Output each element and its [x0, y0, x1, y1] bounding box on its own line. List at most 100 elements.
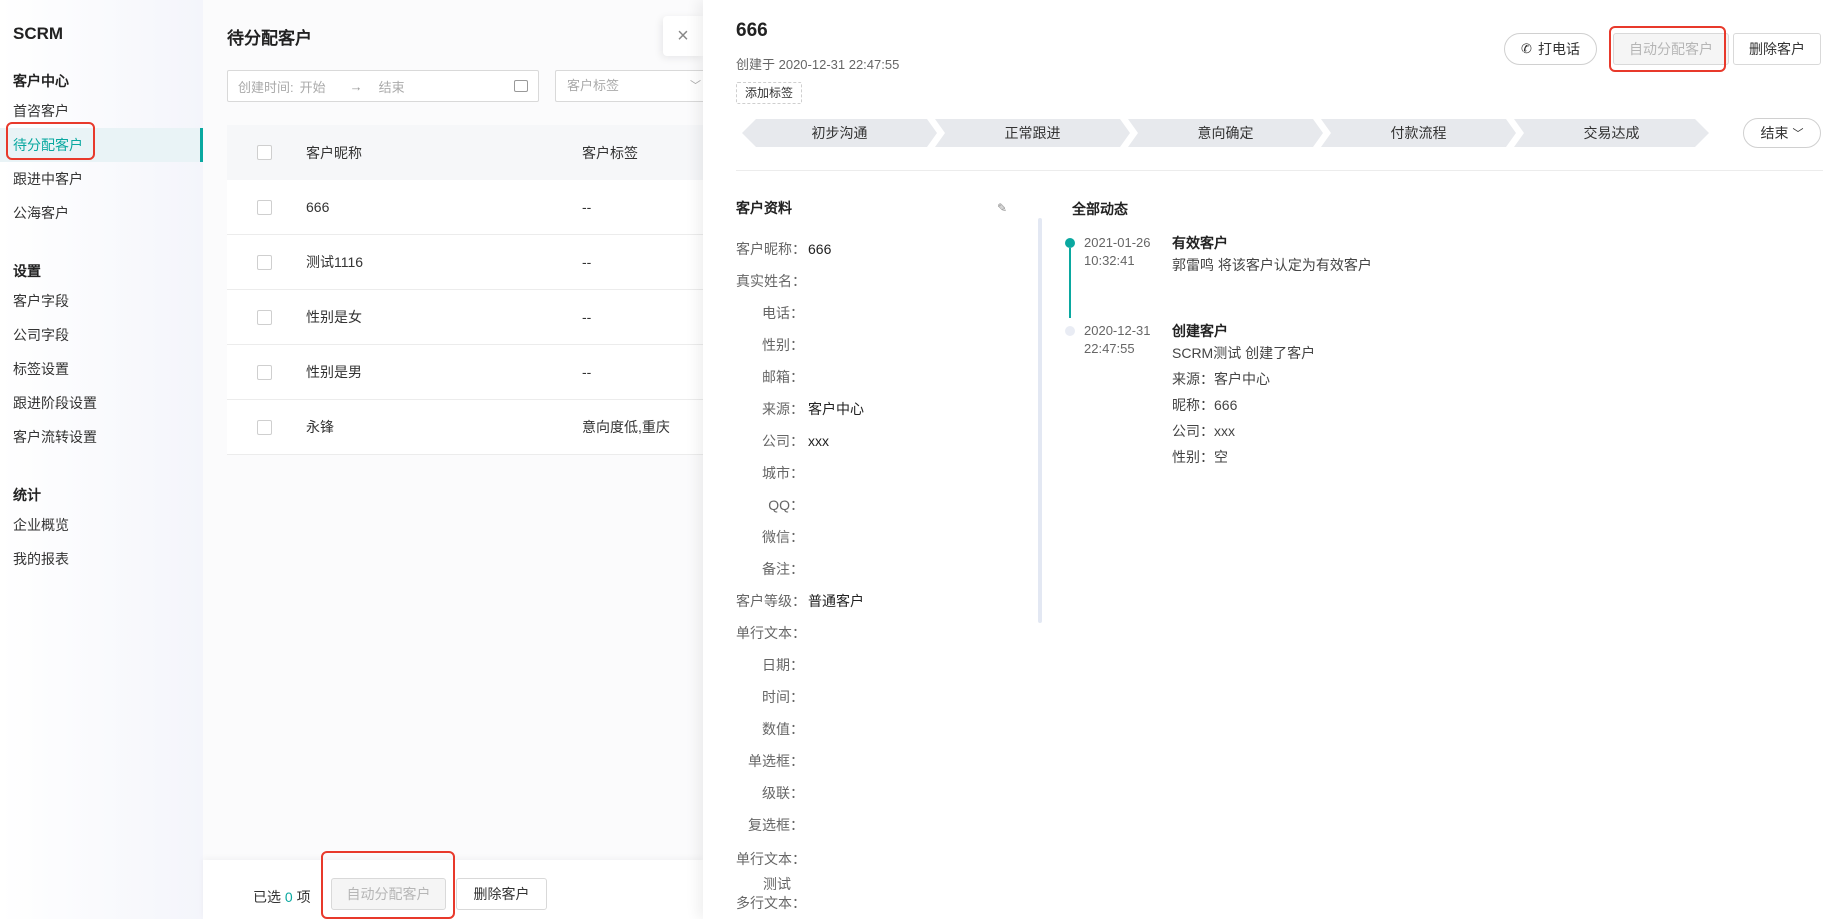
row-checkbox[interactable] — [257, 419, 272, 435]
chevron-down-icon: ﹀ — [1792, 128, 1804, 140]
stage-step[interactable]: 交易达成 — [1514, 119, 1709, 147]
table-row[interactable]: 性别是男 -- — [227, 345, 703, 400]
sidebar-item-my-reports[interactable]: 我的报表 — [0, 542, 203, 576]
nav-group-title: 统计 — [13, 487, 41, 503]
customer-list-panel: 待分配客户 × 创建时间: 开始 → 结束 客户标签 ﹀ 客户昵称 客户标签 6… — [203, 0, 703, 919]
cell-name: 永锋 — [306, 419, 334, 435]
row-checkbox[interactable] — [257, 199, 272, 215]
sidebar-item-flow-settings[interactable]: 客户流转设置 — [0, 420, 203, 454]
call-button[interactable]: ✆ 打电话 — [1504, 33, 1597, 65]
date-label: 创建时间: — [238, 79, 294, 95]
field-row: 级联： — [762, 785, 804, 801]
customer-detail-drawer: 666 创建于 2020-12-31 22:47:55 添加标签 ✆ 打电话 自… — [703, 0, 1840, 919]
field-row: 数值： — [762, 721, 804, 737]
page-title: 待分配客户 — [227, 29, 312, 48]
timeline-time: 2021-01-26 10:32:41 — [1084, 235, 1151, 268]
customer-tag-select[interactable]: 客户标签 ﹀ — [555, 70, 703, 102]
row-checkbox[interactable] — [257, 254, 272, 270]
row-checkbox[interactable] — [257, 364, 272, 380]
phone-icon: ✆ — [1521, 41, 1532, 56]
tag-select-placeholder: 客户标签 — [567, 78, 620, 93]
field-row: 公司： xxx — [762, 433, 829, 449]
customer-table: 客户昵称 客户标签 666 -- 测试1116 -- 性别是女 -- 性别是男 … — [227, 125, 703, 455]
table-header: 客户昵称 客户标签 — [227, 125, 703, 180]
field-row: 备注： — [762, 561, 804, 577]
section-scrollbar[interactable] — [1038, 218, 1042, 623]
field-row: 微信： — [762, 529, 804, 545]
date-end-input[interactable]: 结束 — [379, 77, 405, 96]
cell-name: 性别是女 — [306, 309, 362, 325]
cell-name: 测试1116 — [306, 254, 364, 270]
chevron-down-icon: ﹀ — [690, 80, 701, 92]
row-checkbox[interactable] — [257, 309, 272, 325]
sidebar-item-company-fields[interactable]: 公司字段 — [0, 318, 203, 352]
end-stage-dropdown[interactable]: 结束 ﹀ — [1743, 118, 1821, 148]
selected-count: 已选 0 项 — [253, 889, 311, 905]
cell-tag: -- — [582, 199, 592, 215]
sidebar-item-pending-assign[interactable]: 待分配客户 — [0, 128, 203, 162]
auto-assign-button[interactable]: 自动分配客户 — [331, 878, 446, 910]
sidebar: SCRM 客户中心 首咨客户 待分配客户 跟进中客户 公海客户 设置 客户字段 … — [0, 0, 203, 919]
delete-customer-button[interactable]: 删除客户 — [456, 878, 547, 910]
stage-step[interactable]: 意向确定 — [1128, 119, 1323, 147]
table-row[interactable]: 测试1116 -- — [227, 235, 703, 290]
date-range-picker[interactable]: 创建时间: 开始 → 结束 — [227, 70, 539, 102]
date-start-input[interactable]: 开始 — [300, 77, 326, 96]
nav-group-customer-center: 客户中心 首咨客户 待分配客户 跟进中客户 公海客户 — [0, 70, 203, 230]
field-row: QQ： — [768, 497, 804, 513]
nav-group-title: 设置 — [13, 263, 41, 279]
cell-name: 性别是男 — [306, 364, 362, 380]
timeline-dot — [1065, 326, 1075, 336]
select-all-checkbox[interactable] — [257, 145, 272, 160]
add-tag-button[interactable]: 添加标签 — [736, 82, 803, 104]
cell-tag: -- — [582, 309, 592, 325]
sidebar-item-tag-settings[interactable]: 标签设置 — [0, 352, 203, 386]
nav-group-settings: 设置 客户字段 公司字段 标签设置 跟进阶段设置 客户流转设置 — [0, 260, 203, 454]
field-row: 单行文本： — [736, 625, 806, 641]
field-row: 电话： — [762, 305, 804, 321]
profile-fields: 客户昵称： 666 真实姓名： 电话： 性别： 邮箱： 来源： 客户中心 公司： xx… — [736, 233, 976, 919]
field-row: 来源： 客户中心 — [762, 401, 864, 417]
timeline-time: 2020-12-31 22:47:55 — [1084, 323, 1151, 356]
column-header-name: 客户昵称 — [306, 144, 362, 161]
delete-customer-button[interactable]: 删除客户 — [1733, 33, 1821, 65]
field-row: 时间： — [762, 689, 804, 705]
field-row: 邮箱： — [762, 369, 804, 385]
sidebar-item-stage-settings[interactable]: 跟进阶段设置 — [0, 386, 203, 420]
divider — [736, 170, 1823, 171]
field-row: 客户等级： 普通客户 — [736, 593, 864, 609]
selected-number: 0 — [284, 889, 293, 905]
bulk-action-bar: 已选 0 项 自动分配客户 删除客户 — [203, 860, 703, 919]
timeline-connector — [1069, 248, 1071, 318]
profile-section-title: 客户资料 — [736, 200, 792, 216]
cell-tag: -- — [582, 364, 592, 380]
table-row[interactable]: 666 -- — [227, 180, 703, 235]
field-row: 日期： — [762, 657, 804, 673]
stage-step[interactable]: 初步沟通 — [742, 119, 937, 147]
table-row[interactable]: 性别是女 -- — [227, 290, 703, 345]
table-row[interactable]: 永锋 意向度低,重庆 — [227, 400, 703, 455]
field-row: 单选框： — [748, 753, 804, 769]
column-header-tag: 客户标签 — [582, 144, 638, 161]
end-label: 结束 — [1760, 125, 1789, 141]
activity-section-title: 全部动态 — [1072, 201, 1128, 217]
brand-logo: SCRM — [13, 24, 64, 43]
close-drawer-button[interactable]: × — [663, 16, 703, 56]
sidebar-item-first-inquiry[interactable]: 首咨客户 — [0, 94, 203, 128]
field-row: 客户昵称： 666 — [736, 241, 832, 257]
edit-icon[interactable]: ✎ — [997, 201, 1007, 215]
sidebar-item-overview[interactable]: 企业概览 — [0, 508, 203, 542]
cell-tag: 意向度低,重庆 — [582, 419, 670, 435]
calendar-icon — [514, 80, 528, 92]
field-row: 真实姓名： — [736, 273, 806, 289]
nav-group-title: 客户中心 — [13, 73, 69, 89]
sidebar-item-following[interactable]: 跟进中客户 — [0, 162, 203, 196]
auto-assign-button[interactable]: 自动分配客户 — [1613, 33, 1729, 65]
close-icon: × — [677, 24, 689, 47]
sidebar-item-public-pool[interactable]: 公海客户 — [0, 196, 203, 230]
stage-step[interactable]: 正常跟进 — [935, 119, 1130, 147]
timeline-dot — [1065, 238, 1075, 248]
stage-step[interactable]: 付款流程 — [1321, 119, 1516, 147]
sidebar-item-customer-fields[interactable]: 客户字段 — [0, 284, 203, 318]
field-row: 单行文本： 测试 — [736, 851, 806, 892]
